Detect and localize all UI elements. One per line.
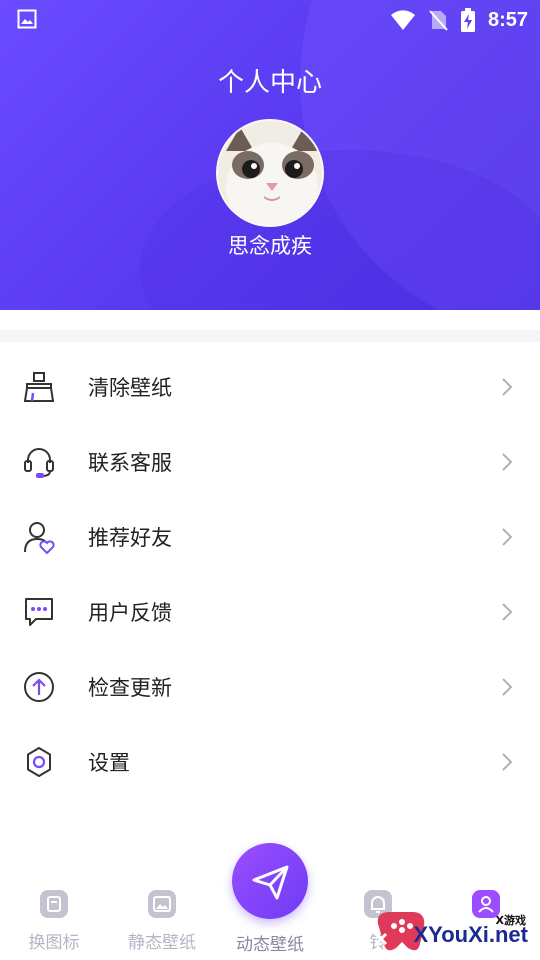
nav-tab-label: 换图标: [28, 933, 80, 953]
gallery-notification-icon: [17, 9, 37, 29]
chat-bubble-icon: [25, 598, 53, 626]
arrow-up-circle-icon: [24, 672, 54, 702]
page-title: 个人中心: [217, 68, 322, 98]
nav-tab-live-wallpaper-button[interactable]: [232, 843, 308, 919]
menu-item-label: 设置: [88, 751, 130, 775]
chevron-right-icon: [502, 378, 513, 396]
chevron-right-icon: [502, 453, 513, 471]
menu-item-label: 推荐好友: [88, 526, 172, 550]
menu-item-recommend-friend[interactable]: 推荐好友: [0, 500, 540, 575]
wifi-icon: [390, 10, 415, 30]
menu-item-feedback[interactable]: 用户反馈: [0, 575, 540, 650]
change-icon-icon: [40, 890, 68, 918]
menu-item-label: 清除壁纸: [88, 376, 172, 400]
gear-icon: [27, 747, 51, 777]
avatar[interactable]: [216, 119, 324, 227]
username: 思念成疾: [228, 234, 312, 258]
menu-list: 清除壁纸 联系客服 推荐好友 用户反馈 检查更新 设置: [0, 350, 540, 800]
nav-tab-change-icon[interactable]: 换图标: [0, 888, 108, 958]
battery-charging-icon: [460, 8, 475, 32]
user-heart-icon: [24, 522, 55, 554]
watermark-logo: X游戏 XYouXi.net: [372, 900, 540, 960]
broom-icon: [23, 372, 55, 402]
paper-plane-icon: [252, 865, 289, 900]
image-icon: [148, 890, 176, 918]
section-divider: [0, 330, 540, 342]
profile-header: 8:57 个人中心 思念成疾: [0, 0, 540, 310]
menu-item-check-update[interactable]: 检查更新: [0, 650, 540, 725]
no-sim-icon: [429, 10, 448, 31]
menu-item-label: 检查更新: [88, 676, 172, 700]
chevron-right-icon: [502, 678, 513, 696]
headset-icon: [24, 448, 54, 478]
menu-item-contact-service[interactable]: 联系客服: [0, 425, 540, 500]
nav-tab-static-wallpaper[interactable]: 静态壁纸: [108, 888, 216, 958]
chevron-right-icon: [502, 753, 513, 771]
chevron-right-icon: [502, 603, 513, 621]
menu-item-clear-wallpaper[interactable]: 清除壁纸: [0, 350, 540, 425]
status-bar: 8:57: [0, 0, 540, 40]
nav-tab-label: 静态壁纸: [128, 933, 196, 953]
watermark-site-text: XYouXi.net: [413, 922, 529, 947]
menu-item-settings[interactable]: 设置: [0, 725, 540, 800]
chevron-right-icon: [502, 528, 513, 546]
cat-avatar-image: [218, 121, 322, 225]
status-time: 8:57: [487, 8, 528, 31]
nav-tab-label-live-wallpaper: 动态壁纸: [236, 935, 304, 955]
menu-item-label: 用户反馈: [88, 601, 172, 625]
menu-item-label: 联系客服: [88, 451, 172, 475]
